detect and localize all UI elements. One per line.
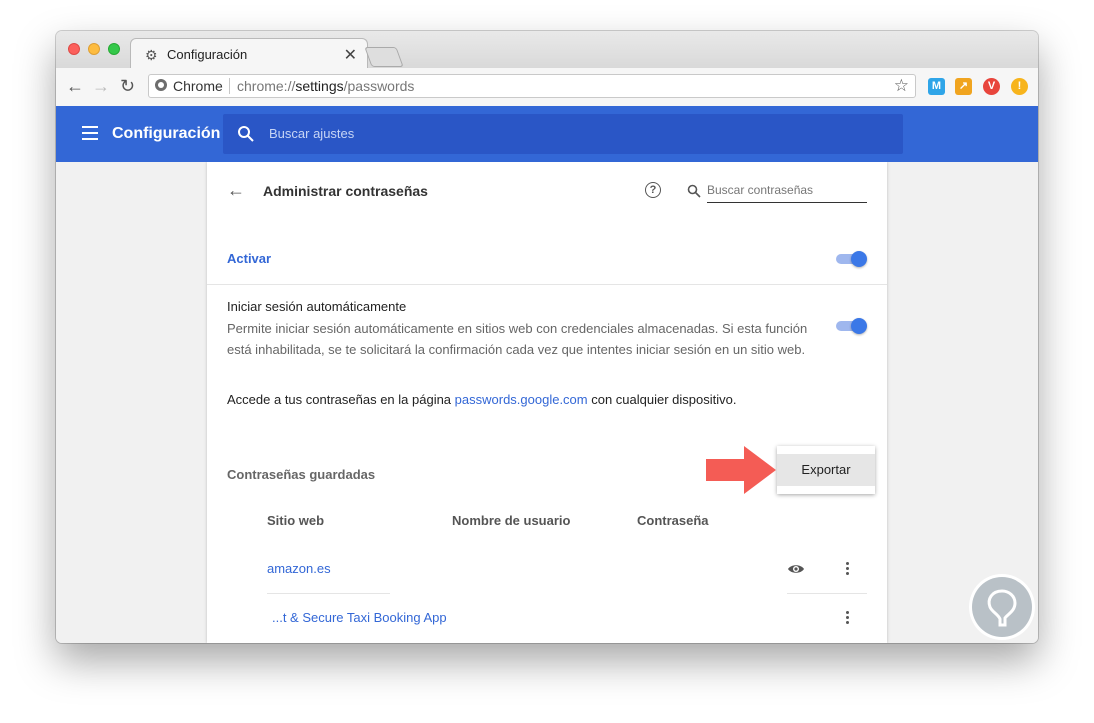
settings-search-placeholder: Buscar ajustes (269, 126, 355, 141)
chart-extension-icon[interactable]: ↗ (955, 78, 972, 95)
bookmark-star-icon[interactable]: ☆ (894, 76, 909, 96)
autosignin-toggle[interactable] (836, 318, 867, 334)
autosignin-description: Permite iniciar sesión automáticamente e… (227, 321, 808, 357)
settings-search-box[interactable]: Buscar ajustes (223, 114, 903, 154)
column-header-password: Contraseña (637, 513, 709, 528)
row-divider (787, 593, 867, 594)
watermark-logo-icon (972, 577, 1032, 637)
autosignin-title: Iniciar sesión automáticamente (227, 299, 407, 314)
export-menu-item[interactable]: Exportar (777, 454, 875, 486)
forward-arrow-icon[interactable]: → (92, 76, 110, 97)
export-menu: Exportar (777, 446, 875, 494)
minimize-window-button[interactable] (88, 43, 100, 55)
tab-configuracion[interactable]: ⚙ Configuración ✕ (130, 38, 368, 69)
access-note: Accede a tus contraseñas en la página pa… (227, 392, 737, 407)
table-row-site[interactable]: amazon.es (267, 561, 331, 576)
search-icon[interactable] (687, 184, 701, 198)
activar-toggle[interactable] (836, 251, 867, 267)
close-window-button[interactable] (68, 43, 80, 55)
close-tab-icon[interactable]: ✕ (344, 45, 357, 65)
reload-icon[interactable]: ↻ (120, 76, 135, 97)
new-tab-button[interactable] (364, 47, 404, 67)
password-search-input[interactable]: Buscar contraseñas (707, 183, 813, 197)
browser-window: ⚙ Configuración ✕ ← → ↻ Chrome chrome://… (56, 31, 1038, 643)
section-divider (207, 284, 887, 285)
page-title: Administrar contraseñas (263, 183, 428, 199)
tab-title: Configuración (167, 47, 248, 62)
chrome-logo-icon (155, 79, 167, 91)
browser-toolbar: ← → ↻ Chrome chrome://settings/passwords… (56, 68, 1038, 107)
address-chip: Chrome (173, 78, 223, 94)
search-underline (707, 202, 867, 203)
back-arrow-icon[interactable]: ← (66, 76, 84, 97)
title-bar: ⚙ Configuración ✕ (56, 31, 1038, 69)
menu-hamburger-icon[interactable] (82, 126, 98, 140)
alert-extension-icon[interactable]: ! (1011, 78, 1028, 95)
show-password-eye-icon[interactable] (787, 562, 805, 576)
passwords-card: ← Administrar contraseñas ? Buscar contr… (207, 162, 887, 643)
settings-header: Configuración Buscar ajustes (56, 106, 1038, 162)
passwords-google-link[interactable]: passwords.google.com (455, 392, 588, 407)
vivaldi-extension-icon[interactable]: V (983, 78, 1000, 95)
back-arrow-icon[interactable]: ← (227, 180, 245, 201)
address-separator (229, 78, 230, 94)
search-icon (238, 126, 254, 142)
address-bar[interactable]: Chrome chrome://settings/passwords ☆ (148, 74, 916, 98)
settings-title: Configuración (112, 125, 221, 142)
settings-content: ← Administrar contraseñas ? Buscar contr… (56, 162, 1038, 643)
column-header-site: Sitio web (267, 513, 325, 528)
m-extension-icon[interactable]: M (928, 78, 945, 95)
saved-passwords-heading: Contraseñas guardadas (227, 467, 376, 482)
column-header-username: Nombre de usuario (452, 513, 571, 528)
more-actions-icon[interactable] (846, 611, 850, 626)
gear-icon: ⚙ (145, 47, 158, 63)
activar-label: Activar (227, 251, 272, 266)
address-url: chrome://settings/passwords (237, 78, 415, 94)
more-actions-icon[interactable] (846, 562, 850, 577)
pointer-arrow-icon (706, 446, 776, 494)
table-row-site[interactable]: ...t & Secure Taxi Booking App (272, 610, 447, 625)
zoom-window-button[interactable] (108, 43, 120, 55)
row-divider (267, 593, 390, 594)
help-icon[interactable]: ? (645, 182, 661, 198)
